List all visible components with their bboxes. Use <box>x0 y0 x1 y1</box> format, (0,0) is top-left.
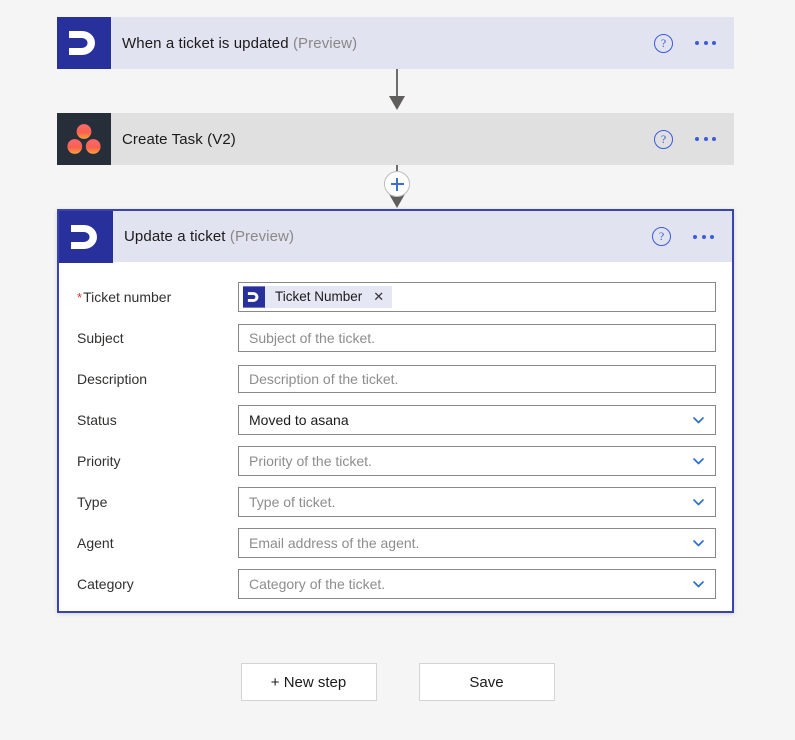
preview-tag: (Preview) <box>229 228 295 245</box>
flow-card-trigger[interactable]: When a ticket is updated (Preview) ? <box>57 17 734 69</box>
card-header-actions: ? <box>654 33 734 53</box>
card-title-text: Create Task (V2) <box>122 130 236 148</box>
field-label-category: Category <box>77 575 134 592</box>
card-header[interactable]: Create Task (V2) ? <box>57 113 734 165</box>
remove-token-icon[interactable]: ✕ <box>371 288 386 305</box>
type-placeholder: Type of ticket. <box>249 493 336 510</box>
card-title: Create Task (V2) <box>111 131 654 148</box>
field-label-priority: Priority <box>77 452 121 469</box>
flow-designer-canvas: When a ticket is updated (Preview) ? Cre… <box>0 0 795 740</box>
save-button[interactable]: Save <box>418 663 555 701</box>
subject-input[interactable]: Subject of the ticket. <box>238 323 716 352</box>
freshdesk-icon <box>57 17 111 69</box>
field-label-subject: Subject <box>77 329 124 346</box>
priority-placeholder: Priority of the ticket. <box>249 452 372 469</box>
help-icon[interactable]: ? <box>654 129 673 149</box>
dynamic-content-token[interactable]: Ticket Number ✕ <box>243 285 393 308</box>
chevron-down-icon[interactable] <box>691 412 706 427</box>
chevron-down-icon[interactable] <box>691 535 706 550</box>
chevron-down-icon[interactable] <box>691 494 706 509</box>
agent-placeholder: Email address of the agent. <box>249 534 420 551</box>
card-header[interactable]: Update a ticket (Preview) ? <box>59 210 732 263</box>
form-row-agent: Agent Email address of the agent. <box>75 522 716 563</box>
more-options-icon[interactable] <box>693 131 718 147</box>
form-row-ticket-number: *Ticket number Ticket Number ✕ <box>75 276 716 317</box>
form-row-category: Category Category of the ticket. <box>75 563 716 604</box>
field-label-description: Description <box>77 370 148 387</box>
category-placeholder: Category of the ticket. <box>249 575 386 592</box>
chevron-down-icon[interactable] <box>691 453 706 468</box>
description-placeholder: Description of the ticket. <box>249 370 399 387</box>
agent-dropdown[interactable]: Email address of the agent. <box>238 527 716 558</box>
help-icon[interactable]: ? <box>654 33 673 53</box>
ticket-number-input[interactable]: Ticket Number ✕ <box>238 281 716 312</box>
form-row-status: Status Moved to asana <box>75 399 716 440</box>
status-value: Moved to asana <box>249 411 349 428</box>
new-step-button[interactable]: + New step <box>240 663 377 701</box>
card-title: When a ticket is updated (Preview) <box>111 35 654 52</box>
category-dropdown[interactable]: Category of the ticket. <box>238 568 716 599</box>
description-input[interactable]: Description of the ticket. <box>238 364 716 393</box>
card-header-actions: ? <box>652 227 732 246</box>
form-row-subject: Subject Subject of the ticket. <box>75 317 716 358</box>
subject-placeholder: Subject of the ticket. <box>249 329 376 346</box>
form-row-description: Description Description of the ticket. <box>75 358 716 399</box>
field-label-type: Type <box>77 493 108 510</box>
status-dropdown[interactable]: Moved to asana <box>238 404 716 435</box>
field-label-status: Status <box>77 411 117 428</box>
field-label-ticket-number: *Ticket number <box>75 289 238 305</box>
card-header-actions: ? <box>654 129 734 149</box>
footer-actions: + New step Save <box>0 663 795 701</box>
flow-card-update-ticket[interactable]: Update a ticket (Preview) ? *Ticket numb… <box>57 209 734 613</box>
chevron-down-icon[interactable] <box>691 576 706 591</box>
more-options-icon[interactable] <box>693 35 718 51</box>
freshdesk-icon <box>59 210 113 263</box>
flow-card-create-task[interactable]: Create Task (V2) ? <box>57 113 734 165</box>
field-label-agent: Agent <box>77 534 114 551</box>
type-dropdown[interactable]: Type of ticket. <box>238 486 716 517</box>
action-form: *Ticket number Ticket Number ✕ Subject S… <box>59 262 732 608</box>
label-text: Ticket number <box>83 288 172 305</box>
help-icon[interactable]: ? <box>652 227 671 246</box>
form-row-priority: Priority Priority of the ticket. <box>75 440 716 481</box>
priority-dropdown[interactable]: Priority of the ticket. <box>238 445 716 476</box>
asana-icon <box>57 113 111 165</box>
freshdesk-icon <box>243 285 265 308</box>
insert-step-plus-icon[interactable] <box>384 171 410 197</box>
more-options-icon[interactable] <box>691 229 716 245</box>
card-header[interactable]: When a ticket is updated (Preview) ? <box>57 17 734 69</box>
required-indicator: * <box>77 289 83 305</box>
token-label: Ticket Number <box>275 289 363 304</box>
card-title-text: Update a ticket <box>124 228 226 245</box>
form-row-type: Type Type of ticket. <box>75 481 716 522</box>
card-title: Update a ticket (Preview) <box>113 228 652 245</box>
preview-tag: (Preview) <box>292 34 358 52</box>
card-title-text: When a ticket is updated <box>122 34 289 52</box>
